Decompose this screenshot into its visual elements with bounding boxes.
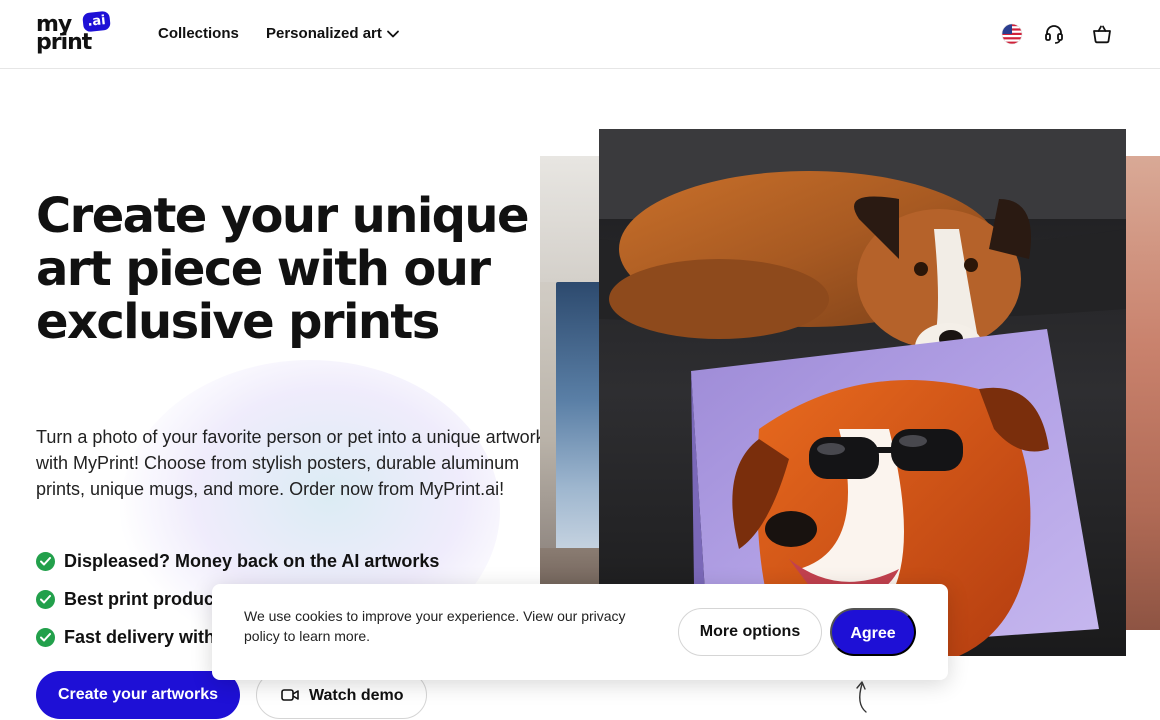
- hero-title: Create your unique art piece with our ex…: [36, 188, 530, 350]
- benefit-label: Best print products: [64, 589, 231, 609]
- check-circle-icon: [36, 590, 55, 609]
- photo-wall: [540, 156, 602, 282]
- us-flag-icon[interactable]: [1000, 22, 1024, 46]
- cookie-banner: We use cookies to improve your experienc…: [212, 584, 948, 680]
- headset-icon[interactable]: [1042, 22, 1066, 46]
- hero-product-photo: [599, 129, 1126, 656]
- product-photo-side-right: [1126, 156, 1160, 630]
- more-options-button[interactable]: More options: [678, 608, 822, 656]
- check-circle-icon: [36, 628, 55, 647]
- nav-personalized-art[interactable]: Personalized art: [266, 24, 382, 44]
- curved-arrow-icon: [856, 681, 867, 713]
- chevron-down-icon[interactable]: [386, 27, 400, 41]
- create-artworks-button[interactable]: Create your artworks: [36, 671, 240, 719]
- photo-framed-print: [556, 282, 602, 578]
- benefit-label: Fast delivery within: [64, 627, 232, 647]
- video-camera-icon: [281, 689, 299, 701]
- shopping-basket-icon[interactable]: [1090, 22, 1114, 46]
- hero-description: Turn a photo of your favorite person or …: [36, 427, 545, 499]
- cookie-message: We use cookies to improve your experienc…: [244, 608, 626, 644]
- logo-ai-badge: .ai: [82, 10, 111, 33]
- logo-word-print: print: [36, 30, 92, 55]
- benefit-label: Displeased? Money back on the AI artwork…: [64, 551, 440, 571]
- watch-demo-label: Watch demo: [309, 687, 404, 704]
- site-header: my print .ai Collections Personalized ar…: [0, 0, 1160, 69]
- check-circle-icon: [36, 552, 55, 571]
- agree-button[interactable]: Agree: [830, 608, 916, 656]
- myprint-logo[interactable]: my print .ai: [36, 10, 112, 58]
- nav-collections[interactable]: Collections: [158, 24, 239, 44]
- product-photo-side-left: [540, 156, 602, 630]
